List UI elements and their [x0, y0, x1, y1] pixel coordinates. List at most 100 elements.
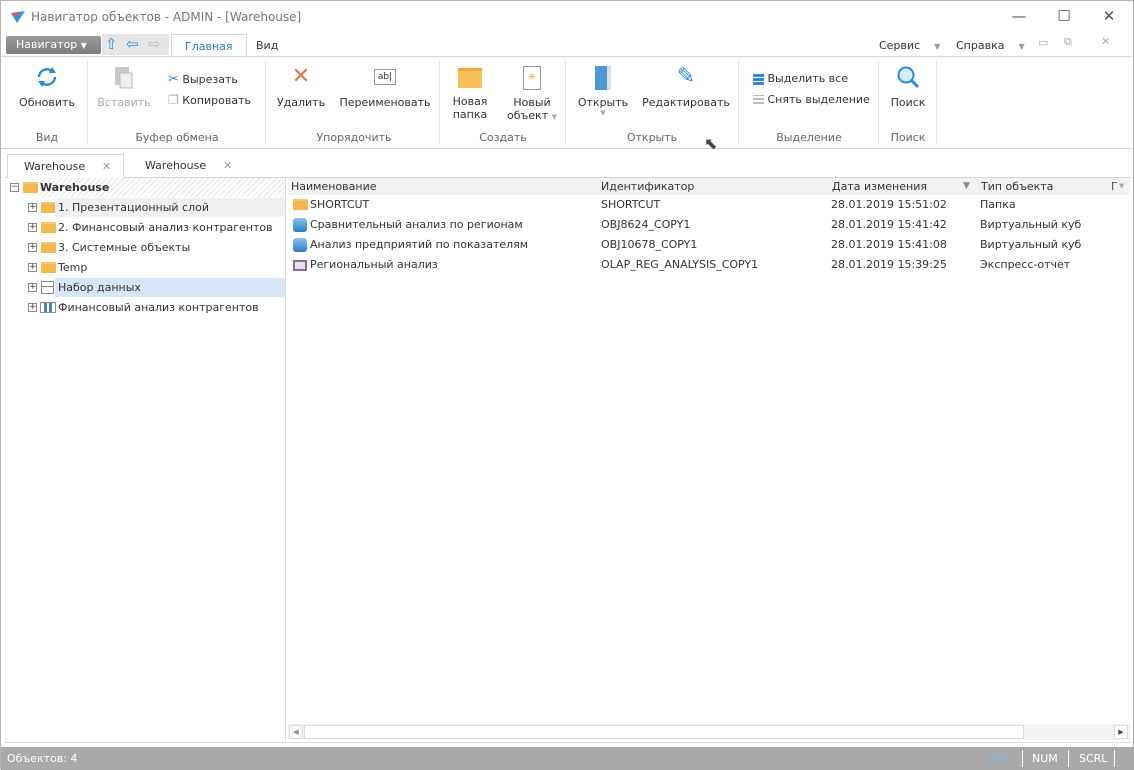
- divider: [738, 61, 739, 143]
- expand-icon[interactable]: +: [28, 303, 37, 312]
- cell-type: Виртуальный куб: [980, 218, 1082, 231]
- table-row[interactable]: Сравнительный анализ по регионам OBJ8624…: [288, 216, 1130, 236]
- column-header-extra[interactable]: Г: [1111, 180, 1118, 193]
- group-label-view: Вид: [35, 131, 59, 144]
- tree-item[interactable]: 3. Системные объекты: [55, 238, 190, 257]
- expand-icon[interactable]: +: [28, 203, 37, 212]
- close-button[interactable]: ✕: [1095, 7, 1123, 29]
- edit-button[interactable]: ✎ Редактировать: [641, 64, 731, 110]
- group-label-search: Поиск: [890, 131, 926, 144]
- copy-button[interactable]: ❐ Копировать: [168, 93, 251, 107]
- express-report-icon: [293, 260, 307, 271]
- delete-button[interactable]: ✕ Удалить: [276, 64, 326, 110]
- paste-button[interactable]: Вставить: [95, 65, 153, 109]
- forward-arrow-icon[interactable]: ⇨: [148, 35, 161, 53]
- new-folder-button[interactable]: Новая папка: [447, 65, 493, 121]
- folder-icon: [41, 222, 56, 233]
- horizontal-scrollbar[interactable]: ◀ ▶: [288, 724, 1130, 740]
- cell-id: SHORTCUT: [601, 198, 661, 211]
- scrollbar-thumb[interactable]: [304, 725, 1024, 739]
- expand-icon[interactable]: +: [28, 243, 37, 252]
- tree-item[interactable]: 2. Финансовый анализ контрагентов: [55, 218, 273, 237]
- folder-icon: [41, 242, 56, 253]
- service-menu[interactable]: Сервис ▼: [879, 39, 940, 52]
- cell-id: OBJ10678_COPY1: [601, 238, 698, 251]
- paste-label: Вставить: [97, 96, 151, 109]
- mdi-minimize-icon[interactable]: ▭: [1038, 36, 1048, 49]
- cell-id: OBJ8624_COPY1: [601, 218, 691, 231]
- deselect-label: Снять выделение: [767, 93, 870, 106]
- mdi-close-icon[interactable]: ✕: [1101, 35, 1110, 48]
- search-button[interactable]: Поиск: [885, 65, 931, 109]
- table-row[interactable]: Анализ предприятий по показателям OBJ106…: [288, 236, 1130, 256]
- tree-item[interactable]: Финансовый анализ контрагентов: [55, 298, 259, 317]
- column-header-type[interactable]: Тип объекта: [981, 180, 1053, 193]
- filter-icon[interactable]: ▼: [963, 181, 970, 191]
- cell-date: 28.01.2019 15:39:25: [831, 258, 947, 271]
- close-tab-icon[interactable]: ✕: [223, 159, 232, 172]
- up-arrow-icon[interactable]: ⇧: [105, 35, 118, 53]
- deselect-button[interactable]: Снять выделение: [753, 93, 870, 106]
- help-menu[interactable]: Справка ▼: [956, 39, 1025, 52]
- doc-tab-label: Warehouse: [24, 160, 86, 173]
- copy-label: Копировать: [182, 94, 251, 107]
- open-button[interactable]: Открыть ▼: [575, 65, 631, 117]
- doc-tab-2[interactable]: Warehouse ✕: [129, 154, 246, 178]
- folder-icon: [458, 68, 482, 88]
- collapse-icon[interactable]: −: [10, 183, 19, 192]
- divider: [878, 61, 879, 143]
- chevron-down-icon[interactable]: ▼: [1119, 182, 1124, 190]
- column-header-name[interactable]: Наименование: [291, 180, 376, 193]
- folder-icon: [23, 182, 38, 193]
- pencil-icon: ✎: [676, 64, 696, 89]
- expand-icon[interactable]: +: [28, 263, 37, 272]
- folder-icon: [41, 202, 56, 213]
- tree-root[interactable]: Warehouse: [40, 178, 285, 197]
- chevron-down-icon: ▼: [80, 41, 87, 50]
- new-object-button[interactable]: ✳ Новый объект ▼: [503, 65, 561, 124]
- divider: [936, 61, 937, 143]
- mdi-restore-icon[interactable]: ⧉: [1064, 35, 1072, 49]
- delete-x-icon: ✕: [291, 64, 311, 89]
- report-icon: [40, 302, 56, 313]
- expand-icon[interactable]: +: [28, 223, 37, 232]
- nav-arrows: ⇧ ⇦ ⇨: [102, 34, 169, 55]
- expand-icon[interactable]: +: [28, 283, 37, 292]
- divider: [565, 61, 566, 143]
- new-folder-label-2: папка: [452, 108, 488, 121]
- maximize-button[interactable]: ☐: [1050, 7, 1078, 29]
- table-row[interactable]: Региональный анализ OLAP_REG_ANALYSIS_CO…: [288, 256, 1130, 276]
- navigator-menu-button[interactable]: Навигатор ▼: [6, 36, 101, 54]
- tab-view[interactable]: Вид: [243, 34, 291, 57]
- new-object-label-1: Новый: [513, 96, 551, 109]
- group-label-arrange: Упорядочить: [316, 131, 392, 144]
- tab-home[interactable]: Главная: [171, 34, 247, 57]
- close-tab-icon[interactable]: ✕: [102, 160, 111, 173]
- back-arrow-icon[interactable]: ⇦: [126, 35, 139, 53]
- column-header-id[interactable]: Идентификатор: [601, 180, 694, 193]
- edit-label: Редактировать: [642, 96, 730, 109]
- divider: [439, 61, 440, 143]
- doc-tab-1[interactable]: Warehouse ✕: [7, 154, 124, 178]
- cut-button[interactable]: ✂ Вырезать: [168, 72, 238, 87]
- scissors-icon: ✂: [168, 72, 179, 87]
- tree-item[interactable]: 1. Презентационный слой: [55, 198, 285, 217]
- refresh-button[interactable]: Обновить: [15, 65, 79, 109]
- table-row[interactable]: SHORTCUT SHORTCUT 28.01.2019 15:51:02 Па…: [288, 196, 1130, 216]
- new-object-label-2-wrap: объект ▼: [503, 109, 561, 124]
- rename-button[interactable]: ab| Переименовать: [339, 65, 431, 109]
- tree-item-selected[interactable]: Набор данных: [55, 278, 285, 297]
- rename-icon: ab|: [374, 69, 396, 85]
- cell-name: Региональный анализ: [310, 258, 438, 271]
- minimize-button[interactable]: —: [1005, 7, 1033, 29]
- tree-item[interactable]: Temp: [55, 258, 87, 277]
- column-header-date[interactable]: Дата изменения: [832, 180, 927, 193]
- new-folder-label-1: Новая: [452, 95, 488, 108]
- scroll-left-icon[interactable]: ◀: [289, 725, 303, 739]
- select-all-button[interactable]: Выделить все: [753, 72, 848, 85]
- cell-type: Папка: [980, 198, 1016, 211]
- status-bar: Объектов: 4 CAP NUM SCRL: [1, 747, 1134, 770]
- scroll-right-icon[interactable]: ▶: [1114, 725, 1128, 739]
- folder-icon: [41, 262, 56, 273]
- delete-label: Удалить: [276, 96, 326, 109]
